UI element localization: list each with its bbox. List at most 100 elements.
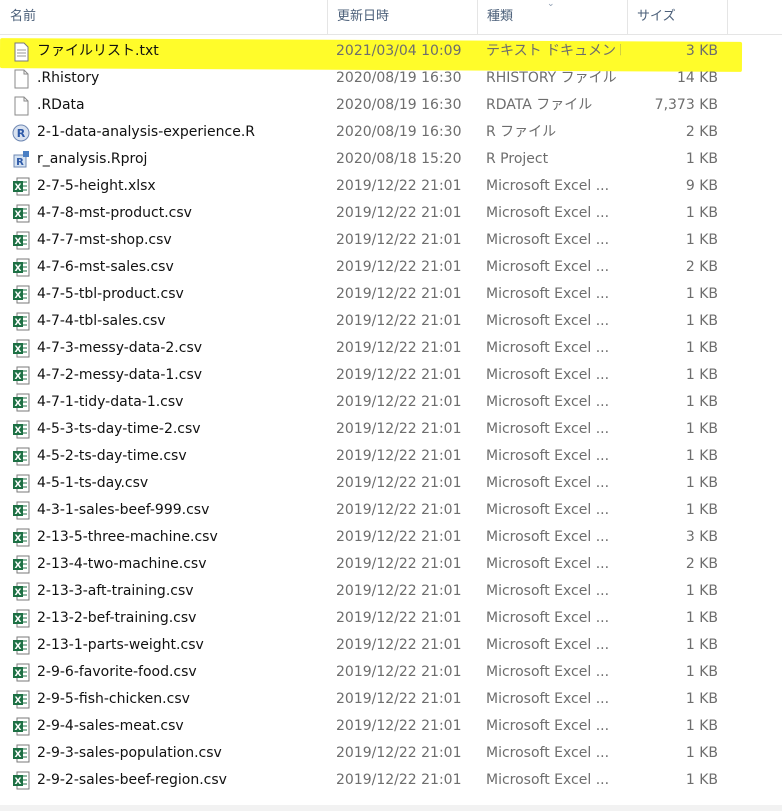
svg-text:X: X <box>15 750 22 760</box>
file-name: 2-13-5-three-machine.csv <box>37 529 218 545</box>
svg-text:X: X <box>15 534 22 544</box>
sort-arrow-icon: ⌄ <box>547 0 555 9</box>
svg-text:X: X <box>15 318 22 328</box>
file-name: .Rhistory <box>37 70 100 86</box>
column-divider[interactable] <box>727 0 728 34</box>
file-date: 2019/12/22 21:01 <box>336 475 462 491</box>
file-row[interactable]: X 2-9-5-fish-chicken.csv 2019/12/22 21:01 M… <box>0 686 782 713</box>
file-row[interactable]: X 2-13-5-three-machine.csv 2019/12/22 21:0… <box>0 524 782 551</box>
svg-text:R: R <box>16 157 24 168</box>
svg-text:X: X <box>15 723 22 733</box>
file-row[interactable]: X 2-9-4-sales-meat.csv 2019/12/22 21:01 Mic… <box>0 713 782 740</box>
excel-file-icon: X <box>12 231 30 251</box>
file-name: 2-1-data-analysis-experience.R <box>37 124 256 140</box>
column-header-size[interactable]: サイズ <box>627 0 727 34</box>
file-date: 2020/08/18 15:20 <box>336 151 462 167</box>
file-row[interactable]: X 4-7-1-tidy-data-1.csv 2019/12/22 21:01 Mi… <box>0 389 782 416</box>
file-type: Microsoft Excel ... <box>486 475 610 491</box>
file-row[interactable]: X 4-7-4-tbl-sales.csv 2019/12/22 21:01 Micr… <box>0 308 782 335</box>
file-size: 1 KB <box>685 313 718 329</box>
file-name: 2-13-1-parts-weight.csv <box>37 637 204 653</box>
file-type: Microsoft Excel ... <box>486 367 610 383</box>
file-type: Microsoft Excel ... <box>486 691 610 707</box>
file-date: 2019/12/22 21:01 <box>336 340 462 356</box>
file-row[interactable]: .RData 2020/08/19 16:30 RDATA ファイル 7,373 KB <box>0 92 782 119</box>
file-size: 14 KB <box>676 70 718 86</box>
file-row[interactable]: X 2-9-6-favorite-food.csv 2019/12/22 21:01… <box>0 659 782 686</box>
file-date: 2019/12/22 21:01 <box>336 637 462 653</box>
file-name: 4-7-1-tidy-data-1.csv <box>37 394 184 410</box>
file-row[interactable]: X 2-7-5-height.xlsx 2019/12/22 21:01 Micros… <box>0 173 782 200</box>
column-header-date[interactable]: 更新日時 <box>327 0 477 34</box>
file-row[interactable]: X 4-5-2-ts-day-time.csv 2019/12/22 21:01 Mi… <box>0 443 782 470</box>
file-type: Microsoft Excel ... <box>486 340 610 356</box>
file-row[interactable]: .Rhistory 2020/08/19 16:30 RHISTORY ファイル 14… <box>0 65 782 92</box>
file-size: 1 KB <box>685 691 718 707</box>
file-type: Microsoft Excel ... <box>486 610 610 626</box>
excel-file-icon: X <box>12 312 30 332</box>
file-name: 2-13-3-aft-training.csv <box>37 583 194 599</box>
file-row[interactable]: Rr_analysis.Rproj 2020/08/18 15:20 R Proje… <box>0 146 782 173</box>
file-row[interactable]: X 4-7-3-messy-data-2.csv 2019/12/22 21:01 M… <box>0 335 782 362</box>
file-name: 4-7-3-messy-data-2.csv <box>37 340 203 356</box>
file-row[interactable]: X 2-9-3-sales-population.csv 2019/12/22 21… <box>0 740 782 767</box>
file-date: 2019/12/22 21:01 <box>336 205 462 221</box>
file-type: Microsoft Excel ... <box>486 637 610 653</box>
file-name: 4-7-4-tbl-sales.csv <box>37 313 166 329</box>
excel-file-icon: X <box>12 582 30 602</box>
excel-file-icon: X <box>12 663 30 683</box>
file-size: 1 KB <box>685 718 718 734</box>
excel-file-icon: X <box>12 474 30 494</box>
file-name: 4-3-1-sales-beef-999.csv <box>37 502 210 518</box>
file-row[interactable]: X 2-13-2-bef-training.csv 2019/12/22 21:01… <box>0 605 782 632</box>
file-type: Microsoft Excel ... <box>486 421 610 437</box>
file-row[interactable]: X 4-5-3-ts-day-time-2.csv 2019/12/22 21:01… <box>0 416 782 443</box>
column-header-name[interactable]: 名前 <box>0 0 327 34</box>
file-type: Microsoft Excel ... <box>486 232 610 248</box>
file-size: 1 KB <box>685 286 718 302</box>
file-row[interactable]: X 4-7-5-tbl-product.csv 2019/12/22 21:01 Mi… <box>0 281 782 308</box>
svg-text:X: X <box>15 210 22 220</box>
file-row[interactable]: X 4-7-2-messy-data-1.csv 2019/12/22 21:01 M… <box>0 362 782 389</box>
file-row[interactable]: ファイルリスト.txt 2021/03/04 10:09 テキスト ドキュメント 3 … <box>0 38 782 65</box>
bottom-edge <box>0 805 782 811</box>
excel-file-icon: X <box>12 609 30 629</box>
file-row[interactable]: X 4-7-7-mst-shop.csv 2019/12/22 21:01 Micro… <box>0 227 782 254</box>
svg-text:X: X <box>15 237 22 247</box>
text-file-icon <box>12 42 30 62</box>
file-row[interactable]: R 2-1-data-analysis-experience.R 2020/08/1… <box>0 119 782 146</box>
svg-text:X: X <box>15 777 22 787</box>
file-date: 2019/12/22 21:01 <box>336 367 462 383</box>
file-size: 1 KB <box>685 664 718 680</box>
file-row[interactable]: X 4-5-1-ts-day.csv 2019/12/22 21:01 Microso… <box>0 470 782 497</box>
file-size: 9 KB <box>685 178 718 194</box>
blank-file-icon <box>12 96 30 116</box>
file-size: 2 KB <box>685 556 718 572</box>
file-row[interactable]: X 4-7-8-mst-product.csv 2019/12/22 21:01 Mi… <box>0 200 782 227</box>
excel-file-icon: X <box>12 258 30 278</box>
file-size: 1 KB <box>685 745 718 761</box>
file-row[interactable]: X 4-3-1-sales-beef-999.csv 2019/12/22 21:0… <box>0 497 782 524</box>
file-type: Microsoft Excel ... <box>486 502 610 518</box>
file-row[interactable]: X 4-7-6-mst-sales.csv 2019/12/22 21:01 Micr… <box>0 254 782 281</box>
svg-text:X: X <box>15 399 22 409</box>
file-row[interactable]: X 2-13-3-aft-training.csv 2019/12/22 21:01… <box>0 578 782 605</box>
file-type: Microsoft Excel ... <box>486 205 610 221</box>
excel-file-icon: X <box>12 177 30 197</box>
svg-text:X: X <box>15 453 22 463</box>
file-row[interactable]: X 2-13-1-parts-weight.csv 2019/12/22 21:01… <box>0 632 782 659</box>
file-size: 1 KB <box>685 448 718 464</box>
file-date: 2019/12/22 21:01 <box>336 583 462 599</box>
excel-file-icon: X <box>12 366 30 386</box>
file-type: Microsoft Excel ... <box>486 529 610 545</box>
file-row[interactable]: X 2-13-4-two-machine.csv 2019/12/22 21:01 M… <box>0 551 782 578</box>
file-name: 2-9-5-fish-chicken.csv <box>37 691 190 707</box>
file-row[interactable]: X 2-9-2-sales-beef-region.csv 2019/12/22 2… <box>0 767 782 794</box>
file-date: 2019/12/22 21:01 <box>336 529 462 545</box>
file-type: Microsoft Excel ... <box>486 178 610 194</box>
file-type: R ファイル <box>486 124 557 140</box>
file-size: 2 KB <box>685 124 718 140</box>
file-size: 1 KB <box>685 421 718 437</box>
excel-file-icon: X <box>12 204 30 224</box>
svg-text:X: X <box>15 291 22 301</box>
